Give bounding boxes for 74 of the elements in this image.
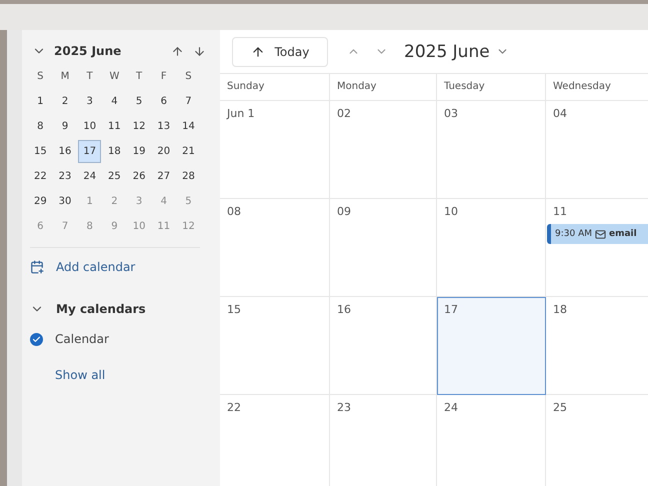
mini-calendar-day[interactable]: 4 (103, 90, 126, 113)
day-cell[interactable]: 17 (437, 297, 546, 395)
mini-calendar-day[interactable]: 22 (29, 165, 52, 188)
mini-calendar-day[interactable]: 25 (103, 165, 126, 188)
mini-calendar-day[interactable]: 28 (177, 165, 200, 188)
add-calendar-link[interactable]: Add calendar (56, 260, 136, 274)
weekday-label: M (60, 70, 70, 84)
mini-calendar-title: 2025 June (54, 44, 122, 58)
weekday-label: S (184, 70, 193, 84)
mini-calendar-day[interactable]: 12 (128, 115, 150, 138)
date-label: 11 (553, 205, 568, 218)
mini-calendar-day[interactable]: 17 (78, 140, 102, 163)
weekday-label: W (108, 70, 120, 84)
mini-calendar-day[interactable]: 24 (78, 165, 102, 188)
day-cell[interactable]: 10 (437, 199, 546, 297)
date-label: 22 (227, 401, 242, 414)
calendar-name: Calendar (55, 332, 109, 346)
mini-calendar-day[interactable]: 30 (54, 190, 76, 213)
day-cell[interactable]: 08 (220, 199, 330, 297)
date-label: Jun 1 (227, 107, 256, 120)
mini-calendar-day[interactable]: 20 (152, 140, 176, 163)
my-calendars-header[interactable]: My calendars (28, 296, 220, 322)
date-label: 04 (553, 107, 568, 120)
date-label: 16 (337, 303, 352, 316)
date-label: 10 (444, 205, 459, 218)
mini-calendar-day[interactable]: 6 (152, 90, 176, 113)
date-label: 09 (337, 205, 352, 218)
mini-calendar-day[interactable]: 9 (54, 115, 76, 138)
mini-calendar-day[interactable]: 27 (152, 165, 176, 188)
check-icon (32, 334, 41, 344)
mini-calendar-day[interactable]: 23 (54, 165, 76, 188)
show-all-link[interactable]: Show all (55, 368, 106, 382)
mini-calendar-day[interactable]: 5 (128, 90, 150, 113)
mini-calendar-day[interactable]: 18 (103, 140, 126, 163)
mini-calendar-day[interactable]: 29 (29, 190, 52, 213)
mini-calendar-day[interactable]: 15 (29, 140, 52, 163)
today-button[interactable]: Today (232, 36, 328, 66)
calendar-plus-icon (30, 260, 44, 274)
mini-calendar-day[interactable]: 21 (177, 140, 200, 163)
date-label: 03 (444, 107, 459, 120)
event-chip[interactable]: 9:30 AM email (547, 224, 648, 244)
date-label: 15 (227, 303, 242, 316)
mini-calendar-day[interactable]: 7 (177, 90, 200, 113)
mini-calendar-day[interactable]: 1 (29, 90, 52, 113)
date-label: 18 (553, 303, 568, 316)
day-cell[interactable]: 16 (330, 297, 437, 395)
day-cell[interactable]: 15 (220, 297, 330, 395)
mini-calendar-day[interactable]: 14 (177, 115, 200, 138)
day-cell[interactable]: 02 (330, 101, 437, 199)
date-label: 23 (337, 401, 352, 414)
mini-calendar-day[interactable]: 3 (78, 90, 102, 113)
weekday-label: S (36, 70, 45, 84)
date-label: 25 (553, 401, 568, 414)
month-title-dropdown[interactable]: 2025 June (398, 42, 509, 62)
mini-calendar-day[interactable]: 19 (128, 140, 150, 163)
day-cell[interactable]: 03 (437, 101, 546, 199)
mini-calendar-day[interactable]: 13 (152, 115, 176, 138)
date-label: 02 (337, 107, 352, 120)
day-cell[interactable]: 09 (330, 199, 437, 297)
mail-icon (595, 228, 606, 240)
mini-calendar-day[interactable]: 2 (54, 90, 76, 113)
weekday-label: F (160, 70, 168, 84)
checkbox[interactable] (30, 332, 43, 346)
mini-calendar-day[interactable]: 16 (54, 140, 76, 163)
mini-calendar-day[interactable]: 8 (29, 115, 52, 138)
weekday-label: T (86, 70, 94, 84)
mini-calendar-day[interactable]: 11 (103, 115, 126, 138)
mini-calendar-day[interactable]: 26 (128, 165, 150, 188)
mini-calendar-day[interactable]: 10 (78, 115, 102, 138)
date-label: 08 (227, 205, 242, 218)
weekday-label: T (135, 70, 144, 84)
date-label: 17 (444, 303, 459, 316)
day-cell[interactable]: Jun 1 (220, 101, 330, 199)
date-label: 24 (444, 401, 459, 414)
